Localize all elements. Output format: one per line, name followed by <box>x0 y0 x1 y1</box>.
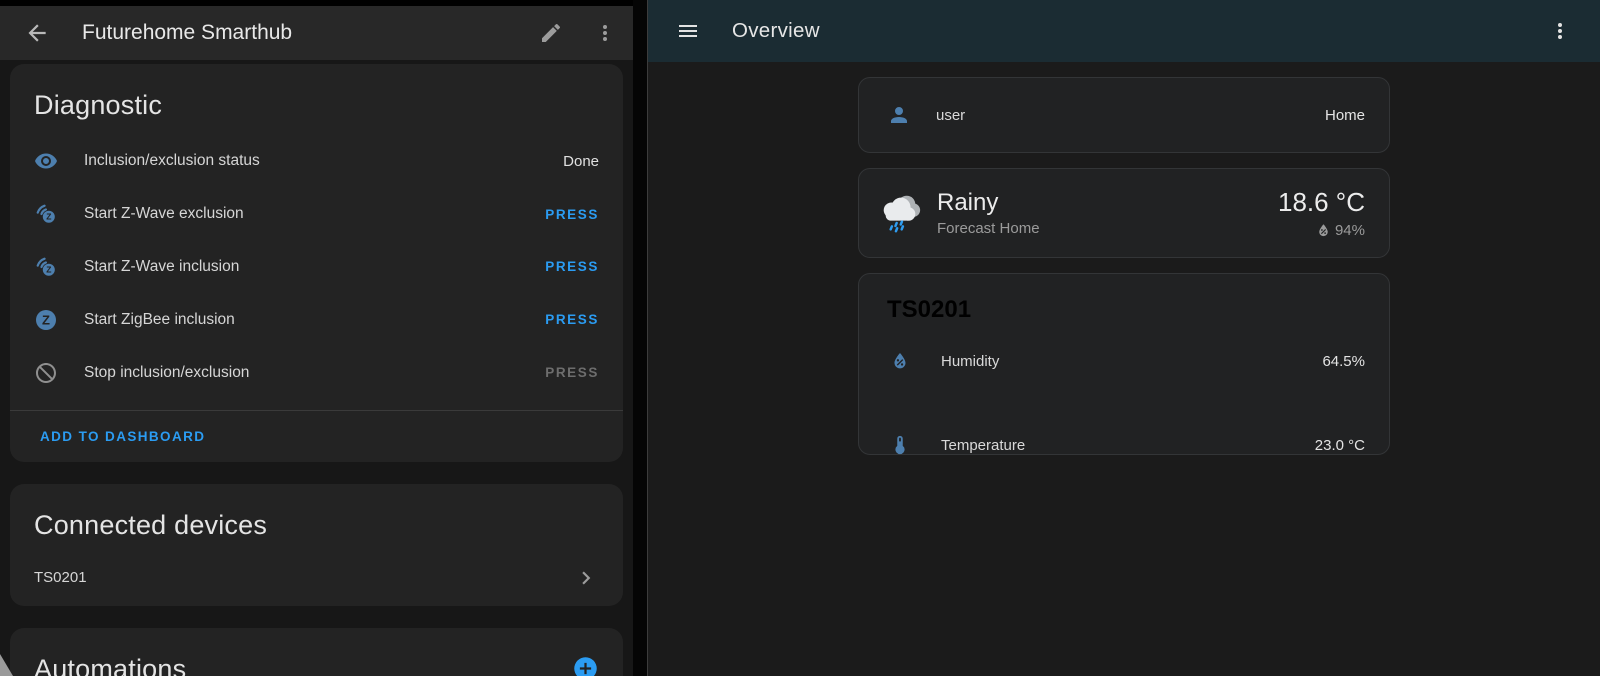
zwave-icon: Z <box>34 255 58 279</box>
zigbee-icon: Z <box>34 308 58 332</box>
sensor-value: 23.0 °C <box>1315 437 1365 454</box>
row-stop-inclusion[interactable]: Stop inclusion/exclusion PRESS <box>10 346 623 399</box>
weather-humidity: 94% <box>1278 222 1365 239</box>
user-name: user <box>936 107 1325 124</box>
app-root: Futurehome Smarthub Diagnostic Inclusion… <box>0 0 1600 676</box>
diagnostic-card: Diagnostic Inclusion/exclusion status Do… <box>10 64 623 462</box>
chevron-right-icon <box>573 565 599 591</box>
sensor-label: Humidity <box>941 353 1322 370</box>
press-button-disabled: PRESS <box>545 365 599 380</box>
menu-hamburger-icon[interactable] <box>676 19 700 43</box>
eye-icon <box>34 149 58 173</box>
row-temperature[interactable]: Temperature 23.0 °C <box>859 417 1389 473</box>
row-label: Inclusion/exclusion status <box>84 152 563 170</box>
row-inclusion-status[interactable]: Inclusion/exclusion status Done <box>10 135 623 188</box>
row-zwave-exclusion[interactable]: Z Start Z-Wave exclusion PRESS <box>10 188 623 241</box>
row-label: Stop inclusion/exclusion <box>84 364 545 382</box>
row-label: Start Z-Wave exclusion <box>84 205 545 223</box>
sensor-card-title: TS0201 <box>859 296 1389 324</box>
weather-text: Rainy Forecast Home <box>937 189 1278 237</box>
device-name: TS0201 <box>34 569 573 586</box>
row-label: Start ZigBee inclusion <box>84 311 545 329</box>
row-label: Start Z-Wave inclusion <box>84 258 545 276</box>
overflow-menu-icon[interactable] <box>593 21 617 45</box>
connected-devices-title: Connected devices <box>10 484 623 542</box>
panel-divider <box>633 0 647 676</box>
sensor-rows: Humidity 64.5% Temperature 23.0 °C <box>859 333 1389 473</box>
overview-panel: Overview user Home <box>647 0 1600 676</box>
page-title: Futurehome Smarthub <box>82 21 539 45</box>
svg-text:Z: Z <box>46 212 51 222</box>
automations-card: Automations <box>10 628 623 676</box>
overview-header: Overview <box>648 0 1600 62</box>
connected-devices-card: Connected devices TS0201 <box>10 484 623 606</box>
sensor-card-ts0201: TS0201 Humidity 64.5% Temperature <box>858 273 1390 455</box>
smarthub-panel: Futurehome Smarthub Diagnostic Inclusion… <box>0 0 633 676</box>
water-percent-icon <box>1315 222 1332 239</box>
overview-content: user Home <box>648 62 1600 676</box>
person-icon <box>887 103 911 127</box>
stop-icon <box>34 361 58 385</box>
corner-wedge <box>0 654 13 676</box>
view-title: Overview <box>732 19 1548 43</box>
weather-subtitle: Forecast Home <box>937 220 1278 237</box>
weather-state: Rainy <box>937 189 1278 217</box>
edit-pencil-icon[interactable] <box>539 21 563 45</box>
weather-humidity-value: 94% <box>1335 222 1365 239</box>
user-card[interactable]: user Home <box>858 77 1390 153</box>
add-to-dashboard-button[interactable]: ADD TO DASHBOARD <box>40 429 205 444</box>
humidity-icon <box>889 350 911 372</box>
row-zwave-inclusion[interactable]: Z Start Z-Wave inclusion PRESS <box>10 241 623 294</box>
svg-text:Z: Z <box>46 265 51 275</box>
press-button[interactable]: PRESS <box>545 312 599 327</box>
diagnostic-rows: Inclusion/exclusion status Done <box>10 135 623 399</box>
status-value: Done <box>563 153 599 170</box>
smarthub-header: Futurehome Smarthub <box>0 6 633 60</box>
device-row-ts0201[interactable]: TS0201 <box>10 550 623 606</box>
zwave-icon: Z <box>34 202 58 226</box>
svg-text:Z: Z <box>42 312 50 327</box>
automations-title: Automations <box>10 628 572 676</box>
thermometer-icon <box>889 434 911 456</box>
overflow-menu-icon[interactable] <box>1548 19 1572 43</box>
diagnostic-title: Diagnostic <box>10 64 623 122</box>
back-arrow-icon[interactable] <box>24 20 50 46</box>
smarthub-content: Diagnostic Inclusion/exclusion status Do… <box>0 60 633 676</box>
row-humidity[interactable]: Humidity 64.5% <box>859 333 1389 389</box>
press-button[interactable]: PRESS <box>545 207 599 222</box>
add-automation-icon[interactable] <box>572 655 599 676</box>
row-zigbee-inclusion[interactable]: Z Start ZigBee inclusion PRESS <box>10 293 623 346</box>
weather-card[interactable]: Rainy Forecast Home 18.6 °C 94% <box>858 168 1390 258</box>
weather-temperature: 18.6 °C <box>1278 187 1365 218</box>
user-location: Home <box>1325 107 1365 124</box>
weather-rainy-icon <box>877 190 923 236</box>
sensor-value: 64.5% <box>1322 353 1365 370</box>
sensor-label: Temperature <box>941 437 1315 454</box>
press-button[interactable]: PRESS <box>545 259 599 274</box>
card-footer: ADD TO DASHBOARD <box>10 411 623 462</box>
weather-readings: 18.6 °C 94% <box>1278 187 1365 239</box>
